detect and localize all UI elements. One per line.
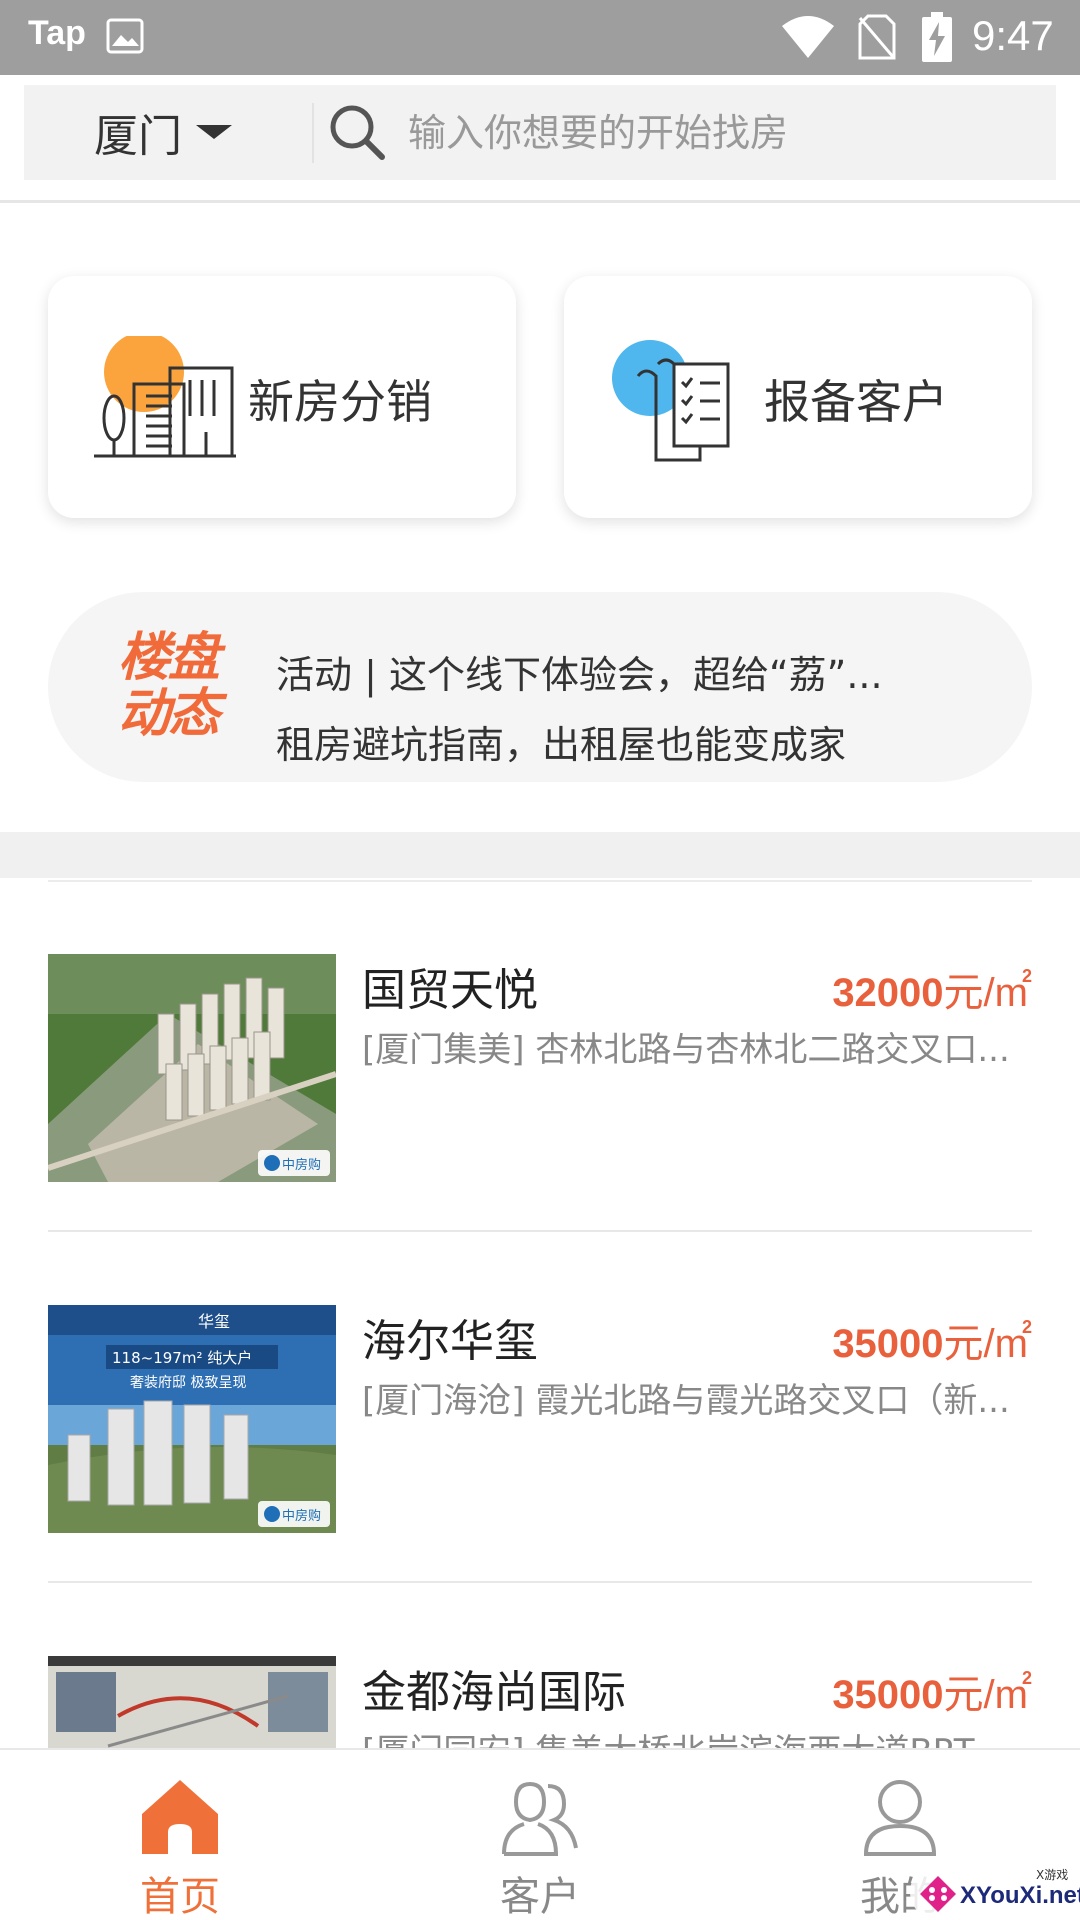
news-logo-line2: 动态 [118, 684, 220, 744]
search-header: 厦门 [0, 75, 1080, 203]
listing-thumbnail: 华玺 118~197m² 纯大户 奢装府邸 极致呈现 中房购 [48, 1305, 336, 1533]
divider [48, 1581, 1032, 1583]
price-unit: 元/m [943, 1673, 1028, 1717]
news-item[interactable]: 租房避坑指南，出租屋也能变成家 [276, 714, 976, 769]
price-unit-sup: 2 [1021, 1668, 1032, 1688]
listing-price: 35000元/m2 [832, 1662, 1032, 1720]
status-bar: Tap 9:47 [0, 0, 1080, 75]
report-client-label: 报备客户 [764, 375, 948, 429]
new-house-label: 新房分销 [248, 375, 432, 429]
divider [48, 1230, 1032, 1232]
status-app-label: Tap [28, 14, 86, 52]
search-icon [330, 105, 385, 160]
listing-name: 海尔华玺 [362, 1316, 538, 1367]
image-notification-icon [106, 18, 144, 54]
price-unit: 元/m [943, 971, 1028, 1015]
report-client-card[interactable]: 报备客户 [564, 276, 1032, 518]
city-label: 厦门 [94, 111, 182, 162]
listing-thumbnail: 中房购 [48, 954, 336, 1182]
watermark-logo-icon [920, 1876, 956, 1912]
listing-item[interactable]: 中房购 国贸天悦 32000元/m2 [厦门集美] 杏林北路与杏林北二路交叉口.… [48, 954, 1032, 1184]
listing-name: 国贸天悦 [362, 965, 538, 1016]
watermark-text: XYouXi.net [960, 1882, 1080, 1909]
price-value: 35000 [832, 1322, 944, 1366]
wifi-icon [782, 16, 834, 58]
watermark-top-text: X游戏 [1036, 1868, 1069, 1882]
thumb-brand: 华玺 [198, 1312, 230, 1331]
thumb-line2: 奢装府邸 极致呈现 [130, 1375, 246, 1391]
price-unit-sup: 2 [1021, 1317, 1032, 1337]
clients-icon [502, 1781, 578, 1856]
price-value: 35000 [832, 1673, 944, 1717]
buildings-icon [94, 336, 236, 458]
city-selector[interactable]: 厦门 [94, 101, 232, 163]
nav-clients[interactable]: 客户 [430, 1750, 650, 1920]
listing-address: [厦门海沧] 霞光北路与霞光路交叉口（新... [362, 1381, 1010, 1421]
new-house-distribution-card[interactable]: 新房分销 [48, 276, 516, 518]
listing-price: 35000元/m2 [832, 1311, 1032, 1369]
nav-home[interactable]: 首页 [70, 1750, 290, 1920]
news-logo-line1: 楼盘 [118, 628, 220, 688]
nav-clients-label: 客户 [500, 1874, 580, 1920]
no-sim-icon [858, 14, 896, 60]
property-news-logo: 楼盘 动态 [118, 630, 248, 746]
search-input[interactable] [408, 107, 1028, 159]
battery-charging-icon [922, 12, 952, 62]
search-divider [312, 103, 314, 163]
thumb-badge-text: 中房购 [282, 1508, 321, 1524]
property-news-banner[interactable]: 楼盘 动态 活动 | 这个线下体验会，超给“荔”... 租房避坑指南，出租屋也能… [48, 592, 1032, 782]
user-icon [863, 1780, 937, 1856]
listing-price: 32000元/m2 [832, 960, 1032, 1018]
listing-item[interactable]: 华玺 118~197m² 纯大户 奢装府邸 极致呈现 中房购 海尔华玺 3500… [48, 1305, 1032, 1535]
document-checklist-icon [612, 340, 730, 462]
listing-address: [厦门集美] 杏林北路与杏林北二路交叉口... [362, 1030, 1010, 1070]
app-screen: Tap 9:47 厦门 输入你想要的开始找房 新房分销 报备客户 楼盘 动态 活… [0, 0, 1080, 1920]
watermark: X游戏 XYouXi.net [910, 1864, 1080, 1920]
home-icon [142, 1780, 218, 1854]
thumb-line1: 118~197m² 纯大户 [112, 1349, 252, 1367]
thumb-badge-text: 中房购 [282, 1157, 321, 1173]
section-separator [0, 832, 1080, 878]
chevron-down-icon [196, 125, 232, 139]
news-item[interactable]: 活动 | 这个线下体验会，超给“荔”... [276, 644, 976, 699]
price-unit-sup: 2 [1021, 966, 1032, 986]
listing-name: 金都海尚国际 [362, 1667, 626, 1718]
price-unit: 元/m [943, 1322, 1028, 1366]
nav-home-label: 首页 [140, 1874, 220, 1920]
price-value: 32000 [832, 971, 944, 1015]
status-time: 9:47 [972, 12, 1054, 59]
search-box: 厦门 [24, 85, 1056, 180]
divider [48, 880, 1032, 882]
